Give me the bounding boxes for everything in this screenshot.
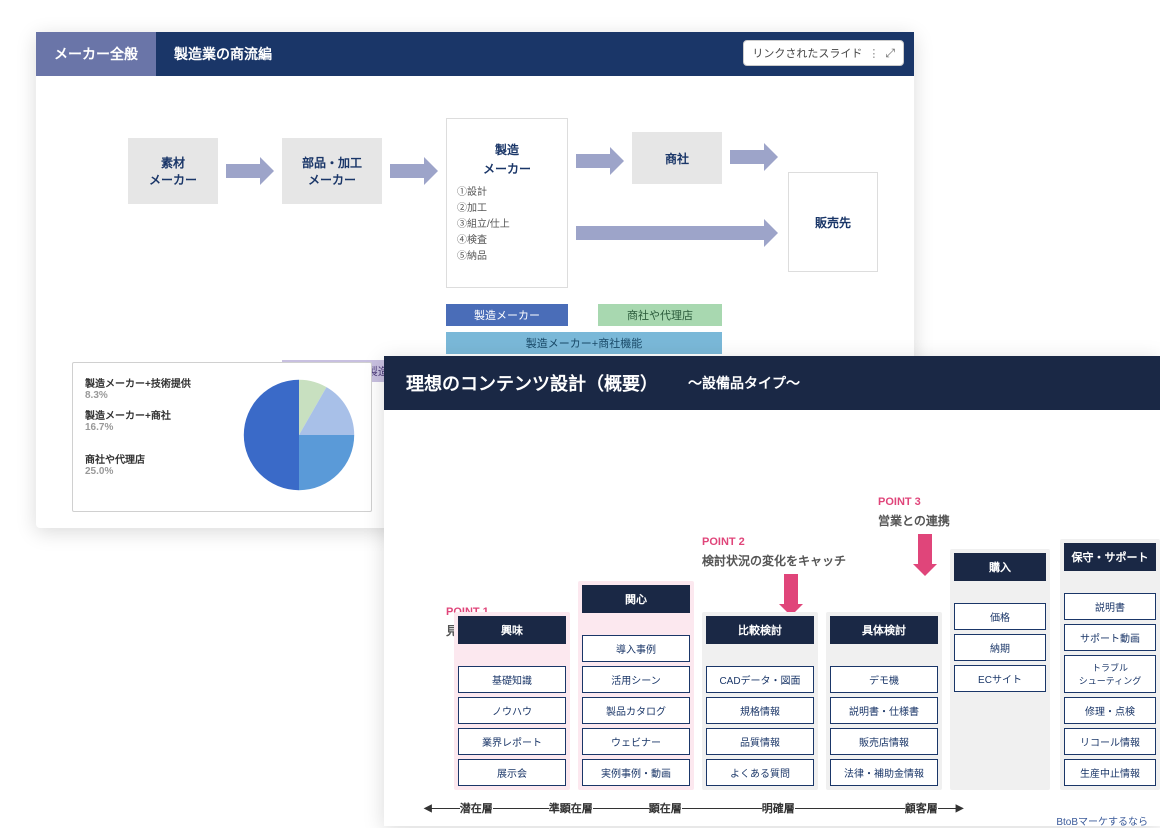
pie-chart [239, 375, 359, 495]
col-item: 製品カタログ [582, 697, 690, 724]
arrow-icon [390, 164, 424, 178]
col-item: 修理・点検 [1064, 697, 1156, 724]
point-arrow-icon [784, 574, 798, 606]
col-item: 実例事例・動画 [582, 759, 690, 786]
legend-pct-1: 16.7% [85, 422, 229, 433]
col-item: 導入事例 [582, 635, 690, 662]
pie-slice [244, 380, 299, 490]
slide2-subtitle: ～設備品タイプ～ [688, 373, 800, 393]
flow-box-mfg-maker: 製造 メーカー ①設計 ②加工 ③組立/仕上 ④検査 ⑤納品 [446, 118, 568, 288]
col-item: 生産中止情報 [1064, 759, 1156, 786]
flow-box-sales-dest: 販売先 [788, 172, 878, 272]
flow-box-material-maker: 素材 メーカー [128, 138, 218, 204]
linked-slide-button[interactable]: リンクされたスライド ⋮ ⤢ [743, 40, 904, 66]
col-item: 説明書・仕様書 [830, 697, 938, 724]
col-head: 興味 [458, 616, 566, 644]
arrow-long-icon [576, 226, 764, 240]
legend-pct-2: 25.0% [85, 466, 229, 477]
col-head: 具体検討 [830, 616, 938, 644]
tab-commercial-flow: 製造業の商流編 [156, 32, 290, 76]
col-head: 比較検討 [706, 616, 814, 644]
col-head: 保守・サポート [1064, 543, 1156, 571]
col-item: 品質情報 [706, 728, 814, 755]
col-detailed: 具体検討 デモ機 説明書・仕様書 販売店情報 法律・補助金情報 [826, 612, 942, 790]
col-item: 規格情報 [706, 697, 814, 724]
legend-row: 製造メーカー+商社 16.7% [85, 407, 229, 433]
point2-tag: POINT 2 [702, 536, 745, 548]
supply-chain-flow: 素材 メーカー 部品・加工 メーカー 製造 メーカー ①設計 ②加工 ③組立/仕… [36, 76, 914, 326]
slide2-title: 理想のコンテンツ設計（概要） [406, 370, 658, 396]
col-interest: 興味 基礎知識 ノウハウ 業界レポート 展示会 [454, 612, 570, 790]
point-arrow-icon [918, 534, 932, 566]
bar-agency: 商社や代理店 [598, 304, 722, 326]
point2-text: 検討状況の変化をキャッチ [702, 552, 846, 569]
col-item: ノウハウ [458, 697, 566, 724]
legend-row: 製造メーカー+技術提供 8.3% [85, 375, 229, 401]
col-item: 活用シーン [582, 666, 690, 693]
flow-box-trading-co: 商社 [632, 132, 722, 184]
col-item: CADデータ・図面 [706, 666, 814, 693]
col-head: 購入 [954, 553, 1046, 581]
slide-content-design: 理想のコンテンツ設計（概要） ～設備品タイプ～ POINT 1 見込み顧客の獲得… [384, 356, 1160, 826]
col-item: トラブル シューティング [1064, 655, 1156, 693]
col-item: ECサイト [954, 665, 1046, 692]
pie-slice [299, 435, 354, 490]
unlink-icon: ⤢ [885, 46, 895, 61]
col-purchase: 購入 価格 納期 ECサイト [950, 549, 1050, 790]
col-head: 関心 [582, 585, 690, 613]
funnel-axis: 潜在層 準顕在層 顕在層 明確層 顧客層 [424, 798, 1160, 818]
legend-pct-0: 8.3% [85, 390, 229, 401]
col-item: 法律・補助金情報 [830, 759, 938, 786]
col-item: 説明書 [1064, 593, 1156, 620]
col-item: サポート動画 [1064, 624, 1156, 651]
linked-slide-label: リンクされたスライド [752, 45, 862, 61]
tab-maker-general: メーカー全般 [36, 32, 156, 76]
col-item: 納期 [954, 634, 1046, 661]
col-compare: 比較検討 CADデータ・図面 規格情報 品質情報 よくある質問 [702, 612, 818, 790]
col-item: 展示会 [458, 759, 566, 786]
col-attention: 関心 導入事例 活用シーン 製品カタログ ウェビナー 実例事例・動画 [578, 581, 694, 790]
more-icon: ⋮ [868, 47, 879, 60]
point3-text: 営業との連携 [878, 512, 950, 529]
arrow-icon [576, 154, 610, 168]
pie-chart-card: 製造メーカー+技術提供 8.3% 製造メーカー+商社 16.7% 商社や代理店 … [72, 362, 372, 512]
col-item: デモ機 [830, 666, 938, 693]
col-item: リコール情報 [1064, 728, 1156, 755]
col-item: 基礎知識 [458, 666, 566, 693]
col-item: 業界レポート [458, 728, 566, 755]
flow-box-parts-maker: 部品・加工 メーカー [282, 138, 382, 204]
slide2-header: 理想のコンテンツ設計（概要） ～設備品タイプ～ [384, 356, 1160, 410]
col-item: 価格 [954, 603, 1046, 630]
arrow-icon [730, 150, 764, 164]
col-item: ウェビナー [582, 728, 690, 755]
col-item: よくある質問 [706, 759, 814, 786]
content-funnel: POINT 1 見込み顧客の獲得強化 POINT 2 検討状況の変化をキャッチ … [384, 410, 1160, 826]
col-support: 保守・サポート 説明書 サポート動画 トラブル シューティング 修理・点検 リコ… [1060, 539, 1160, 790]
point3-tag: POINT 3 [878, 496, 921, 508]
legend-row: 商社や代理店 25.0% [85, 451, 229, 477]
arrow-icon [226, 164, 260, 178]
bar-mfg-trading: 製造メーカー+商社機能 [446, 332, 722, 354]
pie-legend: 製造メーカー+技術提供 8.3% 製造メーカー+商社 16.7% 商社や代理店 … [85, 375, 229, 499]
bar-mfg-maker: 製造メーカー [446, 304, 568, 326]
slide1-header: メーカー全般 製造業の商流編 リンクされたスライド ⋮ ⤢ [36, 32, 914, 76]
col-item: 販売店情報 [830, 728, 938, 755]
